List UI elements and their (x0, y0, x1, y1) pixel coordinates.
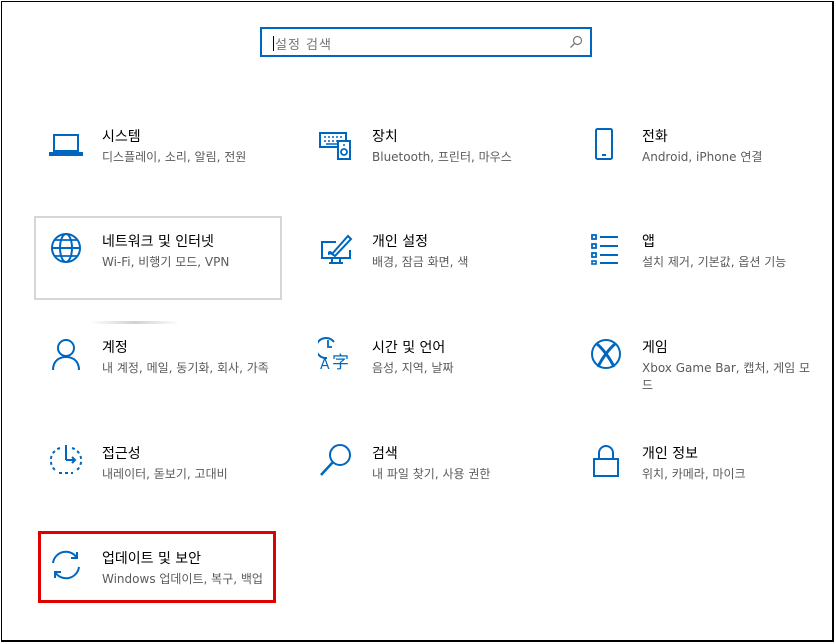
tile-title: 개인 정보 (642, 446, 698, 462)
accessibility-icon (49, 445, 83, 474)
tile-title: 게임 (642, 340, 668, 356)
tile-title: 시스템 (102, 129, 141, 145)
tile-subtitle: 위치, 카메라, 마이크 (642, 467, 746, 481)
personalization-icon (321, 234, 353, 264)
tile-subtitle: 배경, 잠금 화면, 색 (372, 255, 469, 269)
account-icon (52, 339, 80, 371)
tile-phone[interactable]: 전화 Android, iPhone 연결 (578, 117, 826, 203)
svg-text:A: A (320, 357, 330, 372)
tile-system[interactable]: 시스템 디스플레이, 소리, 알림, 전원 (38, 117, 286, 203)
tile-network[interactable]: 네트워크 및 인터넷 Wi-Fi, 비행기 모드, VPN (38, 222, 286, 308)
tile-personalization[interactable]: 개인 설정 배경, 잠금 화면, 색 (308, 222, 556, 308)
tile-devices[interactable]: 장치 Bluetooth, 프린터, 마우스 (308, 117, 556, 203)
phone-icon (595, 128, 613, 160)
globe-icon (51, 233, 81, 263)
tile-title: 계정 (102, 340, 128, 356)
tile-subtitle: Android, iPhone 연결 (642, 150, 763, 164)
highlight-annotation (38, 531, 276, 603)
tile-title: 전화 (642, 129, 668, 145)
tile-title: 네트워크 및 인터넷 (102, 234, 214, 250)
tile-time-language[interactable]: A 字 시간 및 언어 음성, 지역, 날짜 (308, 328, 556, 414)
tile-subtitle: 디스플레이, 소리, 알림, 전원 (102, 150, 247, 164)
devices-icon (319, 132, 351, 160)
magnifier-icon[interactable] (569, 35, 583, 49)
tile-title: 시간 및 언어 (372, 340, 446, 356)
tile-subtitle: Xbox Game Bar, 캡처, 게임 모드 (642, 361, 811, 392)
search-placeholder: 설정 검색 (275, 38, 332, 53)
search-box[interactable]: 설정 검색 (260, 27, 592, 57)
tile-privacy[interactable]: 개인 정보 위치, 카메라, 마이크 (578, 434, 826, 520)
text-caret (273, 36, 274, 51)
tile-subtitle: 내 계정, 메일, 동기화, 회사, 가족 (102, 361, 269, 375)
apps-icon (591, 234, 618, 265)
tile-subtitle: 설치 제거, 기본값, 옵션 기능 (642, 255, 787, 269)
tile-accounts[interactable]: 계정 내 계정, 메일, 동기화, 회사, 가족 (38, 328, 286, 414)
tile-gaming[interactable]: 게임 Xbox Game Bar, 캡처, 게임 모드 (578, 328, 826, 414)
time-language-icon: A 字 (318, 337, 349, 372)
tile-title: 앱 (642, 234, 655, 250)
tile-subtitle: 음성, 지역, 날짜 (372, 361, 454, 375)
tile-title: 장치 (372, 129, 398, 145)
tile-hover-shadow (90, 321, 180, 324)
tile-subtitle: Wi-Fi, 비행기 모드, VPN (102, 255, 230, 269)
tile-title: 개인 설정 (372, 234, 428, 250)
tile-title: 검색 (372, 446, 398, 462)
laptop-icon (49, 134, 83, 156)
tile-subtitle: Bluetooth, 프린터, 마우스 (372, 150, 512, 164)
tile-accessibility[interactable]: 접근성 내레이터, 돋보기, 고대비 (38, 434, 286, 520)
lock-icon (593, 445, 619, 477)
xbox-icon (591, 339, 621, 369)
tile-subtitle: 내레이터, 돋보기, 고대비 (102, 467, 228, 481)
search-icon (320, 444, 351, 476)
svg-text:字: 字 (332, 353, 349, 372)
tile-title: 접근성 (102, 446, 141, 462)
tile-search[interactable]: 검색 내 파일 찾기, 사용 권한 (308, 434, 556, 520)
tile-apps[interactable]: 앱 설치 제거, 기본값, 옵션 기능 (578, 222, 826, 308)
tile-subtitle: 내 파일 찾기, 사용 권한 (372, 467, 491, 481)
